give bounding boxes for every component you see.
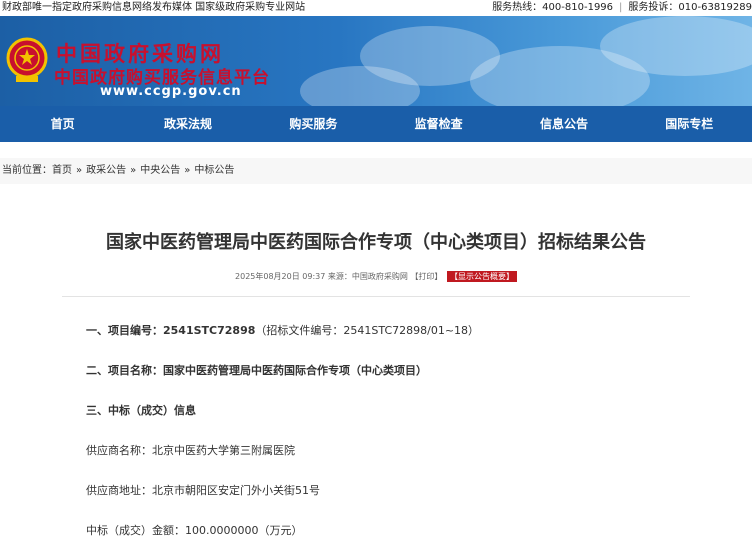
breadcrumb-award-notices[interactable]: 中标公告 [194, 165, 234, 176]
nav-item-supervision[interactable]: 监督检查 [376, 106, 501, 142]
divider [62, 296, 690, 297]
service-hotline: 服务热线：400-810-1996 [492, 2, 614, 13]
supplier-name-row: 供应商名称：北京中医药大学第三附属医院 [86, 442, 295, 458]
service-complaint: 服务投诉：010-63819289 [628, 2, 752, 13]
nav-item-international[interactable]: 国际专栏 [627, 106, 752, 142]
breadcrumb: 当前位置：首页» 政采公告» 中央公告» 中标公告 [0, 158, 752, 184]
article-title: 国家中医药管理局中医药国际合作专项（中心类项目）招标结果公告 [106, 232, 646, 253]
breadcrumb-central-notices[interactable]: 中央公告 [140, 165, 180, 176]
breadcrumb-procurement-notices[interactable]: 政采公告 [86, 165, 126, 176]
supplier-name: 北京中医药大学第三附属医院 [152, 444, 295, 457]
breadcrumb-separator: » [184, 165, 191, 176]
section-project-number: 一、项目编号：2541STC72898（招标文件编号：2541STC72898/… [86, 322, 479, 338]
main-nav: 首页 政采法规 购买服务 监督检查 信息公告 国际专栏 [0, 106, 752, 142]
site-banner: 中国政府采购网 中国政府购买服务信息平台 www.ccgp.gov.cn [0, 16, 752, 106]
section-heading: 三、中标（成交）信息 [86, 404, 196, 417]
print-link[interactable]: 【打印】 [410, 272, 442, 281]
national-emblem-icon[interactable] [6, 36, 48, 86]
breadcrumb-separator: » [76, 165, 83, 176]
supplier-name-label: 供应商名称： [86, 444, 152, 457]
section-project-name: 二、项目名称：国家中医药管理局中医药国际合作专项（中心类项目） [86, 362, 427, 378]
breadcrumb-home[interactable]: 首页 [52, 165, 72, 176]
project-name: 国家中医药管理局中医药国际合作专项（中心类项目） [163, 364, 427, 377]
show-summary-button[interactable]: 【显示公告概要】 [446, 271, 517, 282]
site-slogan: 财政部唯一指定政府采购信息网络发布媒体 国家级政府采购专业网站 [2, 2, 306, 13]
site-url[interactable]: www.ccgp.gov.cn [100, 84, 242, 99]
section-label: 二、项目名称： [86, 364, 163, 377]
award-amount-label: 中标（成交）金额： [86, 524, 185, 537]
top-utility-bar: 财政部唯一指定政府采购信息网络发布媒体 国家级政府采购专业网站 服务热线：400… [0, 0, 752, 16]
nav-item-regulations[interactable]: 政采法规 [125, 106, 250, 142]
supplier-address-label: 供应商地址： [86, 484, 152, 497]
section-label: 一、项目编号： [86, 324, 163, 337]
project-number: 2541STC72898 [163, 324, 256, 337]
nav-item-home[interactable]: 首页 [0, 106, 125, 142]
supplier-address: 北京市朝阳区安定门外小关街51号 [152, 484, 320, 497]
separator: | [619, 2, 623, 13]
publish-date: 2025年08月20日 09:37 [235, 272, 326, 281]
award-amount-row: 中标（成交）金额：100.0000000（万元） [86, 522, 302, 538]
breadcrumb-separator: » [130, 165, 137, 176]
article-source: 来源：中国政府采购网 [327, 272, 408, 281]
article-meta: 2025年08月20日 09:37 来源：中国政府采购网 【打印】 【显示公告概… [0, 271, 752, 282]
award-amount: 100.0000000（万元） [185, 524, 303, 537]
breadcrumb-label: 当前位置： [2, 165, 52, 176]
nav-item-announcements[interactable]: 信息公告 [501, 106, 626, 142]
section-award-info: 三、中标（成交）信息 [86, 402, 196, 418]
contact-info: 服务热线：400-810-1996 | 服务投诉：010-63819289 [492, 0, 752, 16]
tender-doc-number: （招标文件编号：2541STC72898/01~18） [255, 324, 480, 337]
supplier-address-row: 供应商地址：北京市朝阳区安定门外小关街51号 [86, 482, 320, 498]
nav-item-purchase-services[interactable]: 购买服务 [251, 106, 376, 142]
article-content: 国家中医药管理局中医药国际合作专项（中心类项目）招标结果公告 2025年08月2… [0, 184, 752, 550]
